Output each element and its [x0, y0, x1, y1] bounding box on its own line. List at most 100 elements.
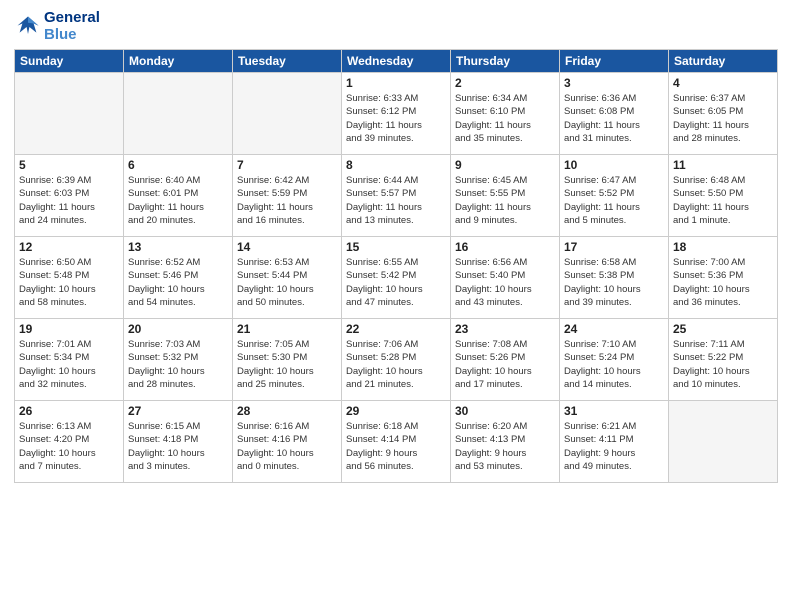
logo-text: General Blue [44, 10, 100, 43]
calendar-cell [233, 73, 342, 155]
day-number: 31 [564, 404, 664, 418]
calendar-header-row: SundayMondayTuesdayWednesdayThursdayFrid… [15, 50, 778, 73]
week-row-1: 5 Sunrise: 6:39 AMSunset: 6:03 PMDaylight… [15, 155, 778, 237]
week-row-3: 19 Sunrise: 7:01 AMSunset: 5:34 PMDayligh… [15, 319, 778, 401]
day-number: 2 [455, 76, 555, 90]
day-number: 29 [346, 404, 446, 418]
day-info: Sunrise: 7:06 AMSunset: 5:28 PMDaylight:… [346, 338, 446, 391]
day-info: Sunrise: 6:58 AMSunset: 5:38 PMDaylight:… [564, 256, 664, 309]
day-number: 27 [128, 404, 228, 418]
day-info: Sunrise: 6:13 AMSunset: 4:20 PMDaylight:… [19, 420, 119, 473]
day-info: Sunrise: 6:44 AMSunset: 5:57 PMDaylight:… [346, 174, 446, 227]
day-number: 15 [346, 240, 446, 254]
logo-icon [14, 13, 42, 41]
calendar-cell: 27Sunrise: 6:15 AMSunset: 4:18 PMDayligh… [124, 401, 233, 483]
calendar-cell: 25Sunrise: 7:11 AMSunset: 5:22 PMDayligh… [669, 319, 778, 401]
day-info: Sunrise: 6:55 AMSunset: 5:42 PMDaylight:… [346, 256, 446, 309]
day-info: Sunrise: 7:05 AMSunset: 5:30 PMDaylight:… [237, 338, 337, 391]
day-number: 16 [455, 240, 555, 254]
day-number: 10 [564, 158, 664, 172]
day-info: Sunrise: 7:10 AMSunset: 5:24 PMDaylight:… [564, 338, 664, 391]
day-info: Sunrise: 6:37 AMSunset: 6:05 PMDaylight:… [673, 92, 773, 145]
day-info: Sunrise: 6:53 AMSunset: 5:44 PMDaylight:… [237, 256, 337, 309]
day-number: 3 [564, 76, 664, 90]
weekday-header-sunday: Sunday [15, 50, 124, 73]
calendar-cell: 17 Sunrise: 6:58 AMSunset: 5:38 PMDayligh… [560, 237, 669, 319]
calendar-cell: 23 Sunrise: 7:08 AMSunset: 5:26 PMDayligh… [451, 319, 560, 401]
logo: General Blue [14, 10, 100, 43]
weekday-header-thursday: Thursday [451, 50, 560, 73]
calendar-cell: 24 Sunrise: 7:10 AMSunset: 5:24 PMDayligh… [560, 319, 669, 401]
day-info: Sunrise: 6:33 AMSunset: 6:12 PMDaylight:… [346, 92, 446, 145]
day-number: 22 [346, 322, 446, 336]
day-info: Sunrise: 6:45 AMSunset: 5:55 PMDaylight:… [455, 174, 555, 227]
day-info: Sunrise: 6:48 AMSunset: 5:50 PMDaylight:… [673, 174, 773, 227]
day-number: 24 [564, 322, 664, 336]
day-info: Sunrise: 6:56 AMSunset: 5:40 PMDaylight:… [455, 256, 555, 309]
day-info: Sunrise: 7:03 AMSunset: 5:32 PMDaylight:… [128, 338, 228, 391]
calendar-cell: 1Sunrise: 6:33 AMSunset: 6:12 PMDaylight… [342, 73, 451, 155]
calendar-cell: 29 Sunrise: 6:18 AMSunset: 4:14 PMDayligh… [342, 401, 451, 483]
calendar-cell: 20 Sunrise: 7:03 AMSunset: 5:32 PMDayligh… [124, 319, 233, 401]
calendar-cell: 18 Sunrise: 7:00 AMSunset: 5:36 PMDayligh… [669, 237, 778, 319]
day-number: 13 [128, 240, 228, 254]
weekday-header-tuesday: Tuesday [233, 50, 342, 73]
week-row-4: 26 Sunrise: 6:13 AMSunset: 4:20 PMDayligh… [15, 401, 778, 483]
week-row-0: 1Sunrise: 6:33 AMSunset: 6:12 PMDaylight… [15, 73, 778, 155]
calendar-cell: 5 Sunrise: 6:39 AMSunset: 6:03 PMDaylight… [15, 155, 124, 237]
calendar-cell: 2 Sunrise: 6:34 AMSunset: 6:10 PMDaylight… [451, 73, 560, 155]
calendar-cell: 4 Sunrise: 6:37 AMSunset: 6:05 PMDaylight… [669, 73, 778, 155]
day-number: 5 [19, 158, 119, 172]
day-number: 18 [673, 240, 773, 254]
header: General Blue [14, 10, 778, 43]
calendar-cell [124, 73, 233, 155]
day-info: Sunrise: 6:39 AMSunset: 6:03 PMDaylight:… [19, 174, 119, 227]
calendar-cell: 12Sunrise: 6:50 AMSunset: 5:48 PMDayligh… [15, 237, 124, 319]
page: General Blue SundayMondayTuesdayWednesda… [0, 0, 792, 493]
calendar-cell: 11 Sunrise: 6:48 AMSunset: 5:50 PMDayligh… [669, 155, 778, 237]
day-info: Sunrise: 7:00 AMSunset: 5:36 PMDaylight:… [673, 256, 773, 309]
day-info: Sunrise: 7:01 AMSunset: 5:34 PMDaylight:… [19, 338, 119, 391]
day-number: 8 [346, 158, 446, 172]
calendar-cell: 30Sunrise: 6:20 AMSunset: 4:13 PMDayligh… [451, 401, 560, 483]
calendar: SundayMondayTuesdayWednesdayThursdayFrid… [14, 49, 778, 483]
calendar-cell: 16 Sunrise: 6:56 AMSunset: 5:40 PMDayligh… [451, 237, 560, 319]
day-number: 4 [673, 76, 773, 90]
day-info: Sunrise: 6:50 AMSunset: 5:48 PMDaylight:… [19, 256, 119, 309]
weekday-header-friday: Friday [560, 50, 669, 73]
weekday-header-wednesday: Wednesday [342, 50, 451, 73]
day-info: Sunrise: 7:11 AMSunset: 5:22 PMDaylight:… [673, 338, 773, 391]
day-number: 17 [564, 240, 664, 254]
day-number: 23 [455, 322, 555, 336]
weekday-header-monday: Monday [124, 50, 233, 73]
day-number: 11 [673, 158, 773, 172]
day-info: Sunrise: 7:08 AMSunset: 5:26 PMDaylight:… [455, 338, 555, 391]
day-number: 9 [455, 158, 555, 172]
weekday-header-saturday: Saturday [669, 50, 778, 73]
day-number: 21 [237, 322, 337, 336]
week-row-2: 12Sunrise: 6:50 AMSunset: 5:48 PMDayligh… [15, 237, 778, 319]
calendar-cell: 3 Sunrise: 6:36 AMSunset: 6:08 PMDaylight… [560, 73, 669, 155]
calendar-cell: 13 Sunrise: 6:52 AMSunset: 5:46 PMDayligh… [124, 237, 233, 319]
day-number: 26 [19, 404, 119, 418]
calendar-cell: 21 Sunrise: 7:05 AMSunset: 5:30 PMDayligh… [233, 319, 342, 401]
day-info: Sunrise: 6:16 AMSunset: 4:16 PMDaylight:… [237, 420, 337, 473]
calendar-cell [669, 401, 778, 483]
calendar-cell: 8 Sunrise: 6:44 AMSunset: 5:57 PMDaylight… [342, 155, 451, 237]
day-number: 28 [237, 404, 337, 418]
day-info: Sunrise: 6:21 AMSunset: 4:11 PMDaylight:… [564, 420, 664, 473]
calendar-cell: 7 Sunrise: 6:42 AMSunset: 5:59 PMDaylight… [233, 155, 342, 237]
day-info: Sunrise: 6:36 AMSunset: 6:08 PMDaylight:… [564, 92, 664, 145]
day-info: Sunrise: 6:18 AMSunset: 4:14 PMDaylight:… [346, 420, 446, 473]
day-number: 19 [19, 322, 119, 336]
day-number: 30 [455, 404, 555, 418]
calendar-cell: 22 Sunrise: 7:06 AMSunset: 5:28 PMDayligh… [342, 319, 451, 401]
day-number: 7 [237, 158, 337, 172]
day-info: Sunrise: 6:52 AMSunset: 5:46 PMDaylight:… [128, 256, 228, 309]
calendar-cell: 15 Sunrise: 6:55 AMSunset: 5:42 PMDayligh… [342, 237, 451, 319]
day-number: 6 [128, 158, 228, 172]
calendar-cell: 10Sunrise: 6:47 AMSunset: 5:52 PMDayligh… [560, 155, 669, 237]
day-info: Sunrise: 6:34 AMSunset: 6:10 PMDaylight:… [455, 92, 555, 145]
day-number: 20 [128, 322, 228, 336]
day-info: Sunrise: 6:42 AMSunset: 5:59 PMDaylight:… [237, 174, 337, 227]
